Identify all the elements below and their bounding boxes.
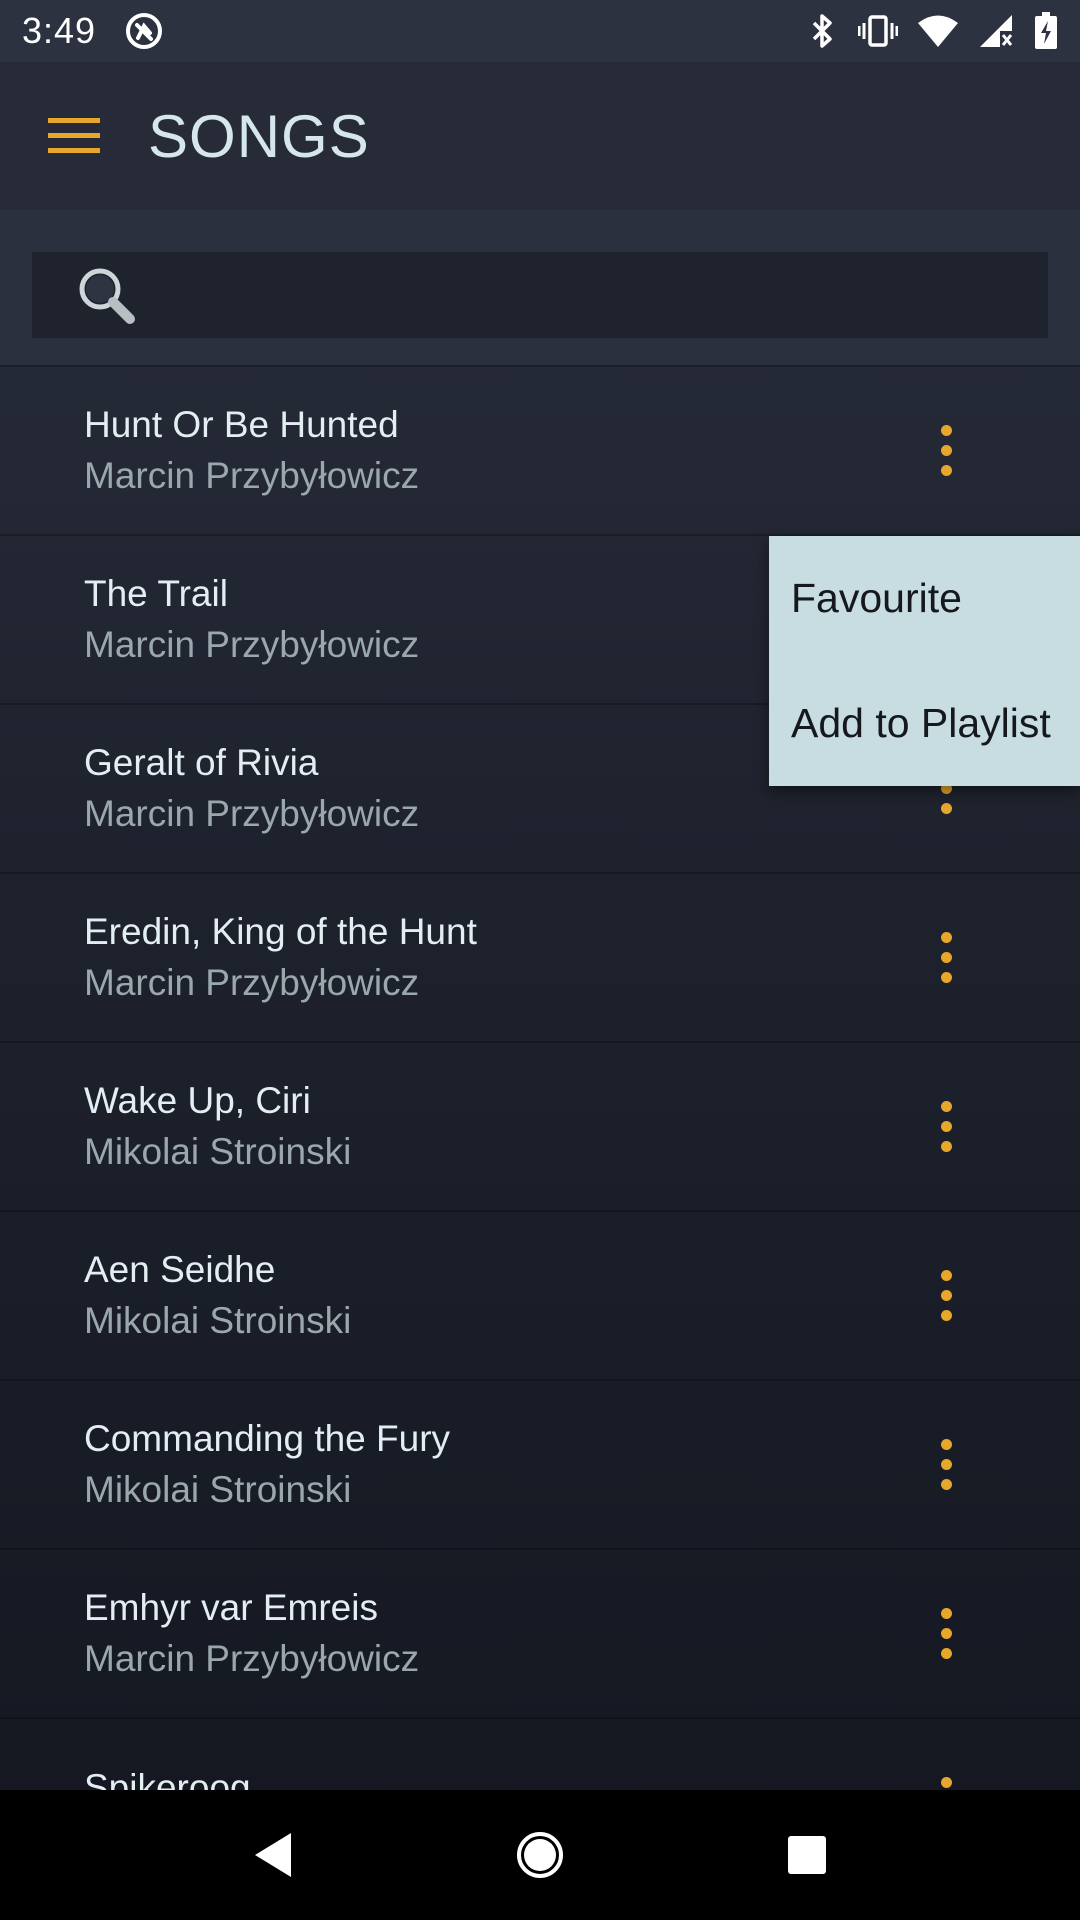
recents-icon: [787, 1836, 826, 1874]
song-row[interactable]: Wake Up, Ciri Mikolai Stroinski: [0, 1041, 1080, 1210]
song-row[interactable]: Aen Seidhe Mikolai Stroinski: [0, 1210, 1080, 1379]
more-vert-icon: [940, 1270, 952, 1281]
more-vert-icon-dot: [940, 1628, 952, 1639]
song-text: Spikeroog: [84, 1763, 251, 1791]
song-row[interactable]: Hunt Or Be Hunted Marcin Przybyłowicz: [0, 365, 1080, 534]
song-text: Hunt Or Be Hunted Marcin Przybyłowicz: [84, 400, 419, 502]
menu-button[interactable]: [0, 62, 148, 210]
more-options-button[interactable]: [916, 918, 976, 998]
song-artist: Marcin Przybyłowicz: [84, 792, 420, 834]
search-icon: [79, 268, 135, 324]
song-artist: Mikolai Stroinski: [84, 1468, 352, 1510]
search-section: [0, 210, 1080, 365]
song-artist: Mikolai Stroinski: [84, 1130, 352, 1172]
more-vert-icon-dot: [940, 1459, 952, 1470]
song-title: Geralt of Rivia: [84, 741, 319, 783]
more-vert-icon-dot: [940, 1648, 952, 1659]
song-title: Emhyr var Emreis: [84, 1586, 378, 1628]
song-artist: Marcin Przybyłowicz: [84, 1637, 420, 1679]
more-vert-icon: [940, 1608, 952, 1619]
more-vert-icon: [940, 425, 952, 436]
song-row[interactable]: Emhyr var Emreis Marcin Przybyłowicz: [0, 1548, 1080, 1717]
bluetooth-icon: [812, 14, 832, 48]
page-title: SONGS: [148, 102, 370, 170]
more-vert-icon: [940, 932, 952, 943]
song-title: Commanding the Fury: [84, 1417, 451, 1459]
more-options-button[interactable]: [916, 1087, 976, 1167]
recents-button[interactable]: [767, 1815, 847, 1895]
more-options-button[interactable]: [916, 411, 976, 491]
song-row[interactable]: Commanding the Fury Mikolai Stroinski: [0, 1379, 1080, 1548]
more-vert-icon-dot: [940, 952, 952, 963]
song-text: Eredin, King of the Hunt Marcin Przybyło…: [84, 907, 477, 1009]
song-title: Spikeroog: [84, 1766, 251, 1791]
more-options-button[interactable]: [916, 1256, 976, 1336]
song-title: The Trail: [84, 572, 228, 614]
more-vert-icon-dot: [940, 445, 952, 456]
status-icons: [808, 12, 1058, 50]
song-text: Wake Up, Ciri Mikolai Stroinski: [84, 1076, 351, 1178]
song-artist: Marcin Przybyłowicz: [84, 454, 420, 496]
song-title: Aen Seidhe: [84, 1248, 276, 1290]
vibrate-icon: [858, 15, 898, 47]
app-bar: SONGS: [0, 62, 1080, 210]
menu-item-favourite[interactable]: Favourite: [769, 536, 1080, 661]
song-title: Wake Up, Ciri: [84, 1079, 311, 1121]
search-bar[interactable]: [32, 252, 1048, 338]
song-text: Aen Seidhe Mikolai Stroinski: [84, 1245, 351, 1347]
more-options-button[interactable]: [916, 1425, 976, 1505]
song-row[interactable]: Eredin, King of the Hunt Marcin Przybyło…: [0, 872, 1080, 1041]
more-vert-icon-dot: [940, 465, 952, 476]
home-icon: [516, 1832, 563, 1878]
more-vert-icon-dot: [940, 1310, 952, 1321]
song-title: Hunt Or Be Hunted: [84, 403, 399, 445]
more-options-button[interactable]: [916, 1594, 976, 1674]
back-icon: [255, 1833, 292, 1877]
status-time: 3:49: [22, 10, 97, 51]
song-text: Geralt of Rivia Marcin Przybyłowicz: [84, 738, 419, 840]
more-vert-icon-dot: [940, 803, 952, 814]
app-notification-icon: [126, 13, 163, 49]
song-artist: Mikolai Stroinski: [84, 1299, 352, 1341]
more-vert-icon: [940, 1777, 952, 1788]
wifi-icon: [918, 15, 958, 47]
more-vert-icon: [940, 1439, 952, 1450]
more-options-button[interactable]: [916, 1763, 976, 1791]
home-button[interactable]: [500, 1815, 580, 1895]
song-artist: Marcin Przybyłowicz: [84, 623, 420, 665]
more-vert-icon-dot: [940, 972, 952, 983]
menu-item-add-to-playlist[interactable]: Add to Playlist: [769, 661, 1080, 786]
more-vert-icon: [940, 1101, 952, 1112]
search-input[interactable]: [138, 252, 1048, 338]
more-vert-icon-dot: [940, 1121, 952, 1132]
song-artist: Marcin Przybyłowicz: [84, 961, 420, 1003]
song-title: Eredin, King of the Hunt: [84, 910, 477, 952]
popup-menu: Favourite Add to Playlist: [769, 536, 1080, 786]
song-text: Emhyr var Emreis Marcin Przybyłowicz: [84, 1583, 419, 1685]
more-vert-icon-dot: [940, 1141, 952, 1152]
hamburger-menu-icon: [48, 118, 100, 153]
song-row[interactable]: Spikeroog: [0, 1717, 1080, 1790]
more-vert-icon-dot: [940, 1290, 952, 1301]
song-text: Commanding the Fury Mikolai Stroinski: [84, 1414, 450, 1516]
navigation-bar: [0, 1790, 1080, 1920]
back-button[interactable]: [233, 1815, 313, 1895]
battery-charging-icon: [1035, 12, 1057, 49]
more-vert-icon-dot: [940, 1479, 952, 1490]
status-bar: 3:49: [0, 0, 1080, 62]
song-text: The Trail Marcin Przybyłowicz: [84, 569, 419, 671]
cell-signal-icon: [980, 15, 1013, 47]
